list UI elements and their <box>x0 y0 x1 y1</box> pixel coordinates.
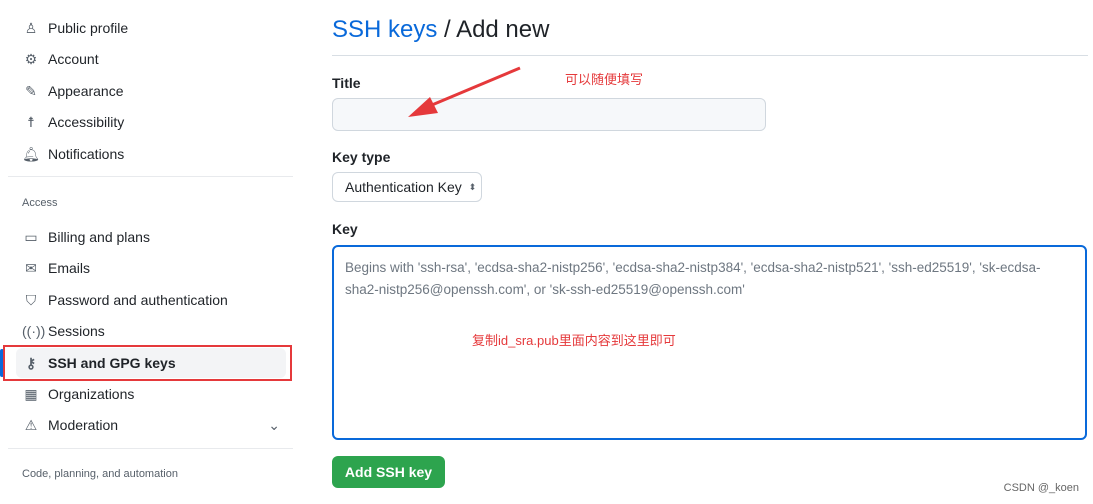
key-textarea[interactable]: Begins with 'ssh-rsa', 'ecdsa-sha2-nistp… <box>332 245 1087 440</box>
sidebar-item-emails[interactable]: ✉ Emails <box>8 253 286 283</box>
title-input[interactable] <box>332 98 766 131</box>
credit-card-icon: ▭ <box>24 228 38 245</box>
page-title: SSH keys / Add new <box>332 16 550 43</box>
divider <box>8 448 293 449</box>
sidebar-item-appearance[interactable]: ✎ Appearance <box>8 76 286 106</box>
section-heading-code: Code, planning, and automation <box>22 468 178 480</box>
breadcrumb-ssh-keys-link[interactable]: SSH keys <box>332 16 437 43</box>
divider <box>8 176 293 177</box>
gear-icon: ⚙ <box>24 50 38 67</box>
title-label: Title <box>332 75 361 91</box>
sidebar-item-moderation[interactable]: ⚠ Moderation ⌄ <box>8 410 286 440</box>
accessibility-icon: ☨ <box>27 113 35 130</box>
title-annotation: 可以随便填写 <box>565 72 644 87</box>
sidebar-item-organizations[interactable]: ▦ Organizations <box>8 379 286 409</box>
watermark: CSDN @_koen <box>1003 482 1079 494</box>
sidebar-item-billing[interactable]: ▭ Billing and plans <box>8 222 286 252</box>
annotation-highlight-box <box>3 345 292 381</box>
sidebar-item-public-profile[interactable]: ♙ Public profile <box>8 13 286 43</box>
sidebar-item-accessibility[interactable]: ☨ Accessibility <box>8 107 286 137</box>
add-ssh-key-button[interactable]: Add SSH key <box>332 456 445 488</box>
broadcast-icon: ((·)) <box>22 323 46 339</box>
sidebar-item-sessions[interactable]: ((·)) Sessions <box>8 316 286 346</box>
report-icon: ⚠ <box>24 416 38 433</box>
select-arrows-icon: ⬍ <box>468 181 477 192</box>
sidebar-item-account[interactable]: ⚙ Account <box>8 44 286 74</box>
person-icon: ♙ <box>24 19 38 36</box>
bell-icon: 🔔︎ <box>22 145 40 162</box>
mail-icon: ✉ <box>25 259 37 276</box>
divider <box>332 55 1088 56</box>
key-type-select[interactable]: Authentication Key ⬍ <box>332 172 482 202</box>
chevron-down-icon: ⌄ <box>268 416 280 433</box>
key-type-label: Key type <box>332 149 391 165</box>
key-label: Key <box>332 221 358 237</box>
sidebar-item-password[interactable]: ⛉ Password and authentication <box>8 285 286 315</box>
sidebar-item-notifications[interactable]: 🔔︎ Notifications <box>8 139 286 169</box>
annotation-arrow <box>408 66 521 117</box>
paintbrush-icon: ✎ <box>25 82 37 99</box>
organization-icon: ▦ <box>24 385 38 402</box>
shield-icon: ⛉ <box>25 291 37 308</box>
key-annotation: 复制id_sra.pub里面内容到这里即可 <box>472 333 676 348</box>
section-heading-access: Access <box>22 197 58 209</box>
